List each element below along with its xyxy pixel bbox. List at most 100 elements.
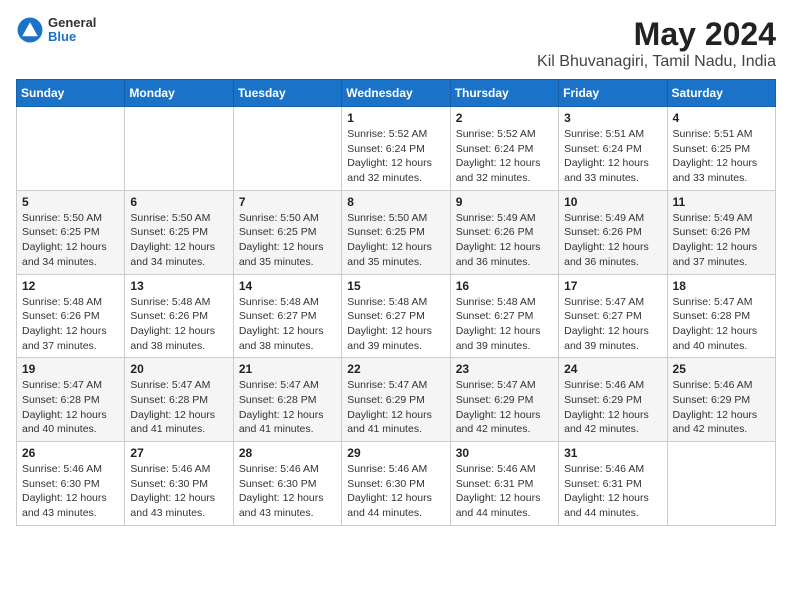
calendar-cell: 5Sunrise: 5:50 AM Sunset: 6:25 PM Daylig… — [17, 190, 125, 274]
calendar-cell: 14 Sunrise: 5:48 AM Sunset: 6:27 PM Dayli… — [233, 274, 341, 358]
header-saturday: Saturday — [667, 80, 775, 107]
day-number: 10 — [564, 195, 661, 209]
day-info: Sunrise: 5:51 AM Sunset: 6:24 PM Dayligh… — [564, 127, 661, 186]
calendar-cell: 25 Sunrise: 5:46 AM Sunset: 6:29 PM Dayli… — [667, 358, 775, 442]
calendar-cell — [667, 442, 775, 526]
day-info: Sunrise: 5:52 AM Sunset: 6:24 PM Dayligh… — [456, 127, 553, 186]
calendar-cell: 28 Sunrise: 5:46 AM Sunset: 6:30 PM Dayli… — [233, 442, 341, 526]
day-number: 7 — [239, 195, 336, 209]
calendar-subtitle: Kil Bhuvanagiri, Tamil Nadu, India — [537, 53, 776, 71]
day-info: Sunrise: 5:47 AM Sunset: 6:29 PM Dayligh… — [456, 378, 553, 437]
calendar-cell: 22Sunrise: 5:47 AM Sunset: 6:29 PM Dayli… — [342, 358, 450, 442]
day-info: Sunrise: 5:50 AM Sunset: 6:25 PM Dayligh… — [22, 211, 119, 270]
day-number: 28 — [239, 446, 336, 460]
day-info: Sunrise: 5:47 AM Sunset: 6:28 PM Dayligh… — [673, 295, 770, 354]
day-number: 11 — [673, 195, 770, 209]
calendar-cell: 19 Sunrise: 5:47 AM Sunset: 6:28 PM Dayli… — [17, 358, 125, 442]
day-info: Sunrise: 5:49 AM Sunset: 6:26 PM Dayligh… — [673, 211, 770, 270]
calendar-week-4: 19 Sunrise: 5:47 AM Sunset: 6:28 PM Dayli… — [17, 358, 776, 442]
day-number: 25 — [673, 362, 770, 376]
calendar-week-2: 5Sunrise: 5:50 AM Sunset: 6:25 PM Daylig… — [17, 190, 776, 274]
day-info: Sunrise: 5:46 AM Sunset: 6:29 PM Dayligh… — [564, 378, 661, 437]
calendar-cell: 15 Sunrise: 5:48 AM Sunset: 6:27 PM Dayli… — [342, 274, 450, 358]
header-sunday: Sunday — [17, 80, 125, 107]
calendar-cell: 20 Sunrise: 5:47 AM Sunset: 6:28 PM Dayli… — [125, 358, 233, 442]
day-number: 31 — [564, 446, 661, 460]
calendar-cell: 1 Sunrise: 5:52 AM Sunset: 6:24 PM Daylig… — [342, 107, 450, 191]
header-monday: Monday — [125, 80, 233, 107]
day-info: Sunrise: 5:46 AM Sunset: 6:30 PM Dayligh… — [130, 462, 227, 521]
day-number: 14 — [239, 279, 336, 293]
day-number: 15 — [347, 279, 444, 293]
logo-line2: Blue — [48, 30, 96, 44]
day-info: Sunrise: 5:48 AM Sunset: 6:26 PM Dayligh… — [130, 295, 227, 354]
calendar-cell: 30Sunrise: 5:46 AM Sunset: 6:31 PM Dayli… — [450, 442, 558, 526]
day-number: 29 — [347, 446, 444, 460]
header-thursday: Thursday — [450, 80, 558, 107]
day-info: Sunrise: 5:48 AM Sunset: 6:26 PM Dayligh… — [22, 295, 119, 354]
day-info: Sunrise: 5:49 AM Sunset: 6:26 PM Dayligh… — [564, 211, 661, 270]
day-number: 17 — [564, 279, 661, 293]
page-header: General Blue May 2024 Kil Bhuvanagiri, T… — [16, 16, 776, 71]
day-number: 3 — [564, 111, 661, 125]
title-block: May 2024 Kil Bhuvanagiri, Tamil Nadu, In… — [537, 16, 776, 71]
header-friday: Friday — [559, 80, 667, 107]
header-tuesday: Tuesday — [233, 80, 341, 107]
day-info: Sunrise: 5:46 AM Sunset: 6:29 PM Dayligh… — [673, 378, 770, 437]
day-info: Sunrise: 5:46 AM Sunset: 6:30 PM Dayligh… — [239, 462, 336, 521]
calendar-cell — [125, 107, 233, 191]
day-info: Sunrise: 5:47 AM Sunset: 6:28 PM Dayligh… — [239, 378, 336, 437]
day-number: 12 — [22, 279, 119, 293]
calendar-header-row: SundayMondayTuesdayWednesdayThursdayFrid… — [17, 80, 776, 107]
calendar-cell: 12 Sunrise: 5:48 AM Sunset: 6:26 PM Dayli… — [17, 274, 125, 358]
day-number: 9 — [456, 195, 553, 209]
day-info: Sunrise: 5:50 AM Sunset: 6:25 PM Dayligh… — [347, 211, 444, 270]
calendar-cell: 29 Sunrise: 5:46 AM Sunset: 6:30 PM Dayli… — [342, 442, 450, 526]
logo-text: General Blue — [48, 16, 96, 45]
day-number: 16 — [456, 279, 553, 293]
calendar-cell: 11 Sunrise: 5:49 AM Sunset: 6:26 PM Dayli… — [667, 190, 775, 274]
calendar-cell: 2Sunrise: 5:52 AM Sunset: 6:24 PM Daylig… — [450, 107, 558, 191]
day-info: Sunrise: 5:48 AM Sunset: 6:27 PM Dayligh… — [347, 295, 444, 354]
day-info: Sunrise: 5:51 AM Sunset: 6:25 PM Dayligh… — [673, 127, 770, 186]
day-info: Sunrise: 5:49 AM Sunset: 6:26 PM Dayligh… — [456, 211, 553, 270]
logo-line1: General — [48, 16, 96, 30]
calendar-cell: 23Sunrise: 5:47 AM Sunset: 6:29 PM Dayli… — [450, 358, 558, 442]
day-info: Sunrise: 5:50 AM Sunset: 6:25 PM Dayligh… — [239, 211, 336, 270]
day-number: 19 — [22, 362, 119, 376]
day-info: Sunrise: 5:47 AM Sunset: 6:28 PM Dayligh… — [22, 378, 119, 437]
calendar-title: May 2024 — [537, 16, 776, 53]
calendar-cell: 31Sunrise: 5:46 AM Sunset: 6:31 PM Dayli… — [559, 442, 667, 526]
calendar-week-3: 12 Sunrise: 5:48 AM Sunset: 6:26 PM Dayli… — [17, 274, 776, 358]
day-info: Sunrise: 5:52 AM Sunset: 6:24 PM Dayligh… — [347, 127, 444, 186]
day-number: 30 — [456, 446, 553, 460]
day-number: 1 — [347, 111, 444, 125]
calendar-cell: 17Sunrise: 5:47 AM Sunset: 6:27 PM Dayli… — [559, 274, 667, 358]
calendar-cell: 13 Sunrise: 5:48 AM Sunset: 6:26 PM Dayli… — [125, 274, 233, 358]
day-info: Sunrise: 5:46 AM Sunset: 6:30 PM Dayligh… — [347, 462, 444, 521]
calendar-cell: 6 Sunrise: 5:50 AM Sunset: 6:25 PM Daylig… — [125, 190, 233, 274]
day-number: 13 — [130, 279, 227, 293]
day-number: 24 — [564, 362, 661, 376]
logo-icon — [16, 16, 44, 44]
calendar-cell: 18 Sunrise: 5:47 AM Sunset: 6:28 PM Dayli… — [667, 274, 775, 358]
calendar-cell: 3 Sunrise: 5:51 AM Sunset: 6:24 PM Daylig… — [559, 107, 667, 191]
day-info: Sunrise: 5:47 AM Sunset: 6:28 PM Dayligh… — [130, 378, 227, 437]
logo: General Blue — [16, 16, 96, 45]
day-number: 8 — [347, 195, 444, 209]
day-info: Sunrise: 5:47 AM Sunset: 6:29 PM Dayligh… — [347, 378, 444, 437]
calendar-week-5: 26 Sunrise: 5:46 AM Sunset: 6:30 PM Dayli… — [17, 442, 776, 526]
day-info: Sunrise: 5:50 AM Sunset: 6:25 PM Dayligh… — [130, 211, 227, 270]
day-number: 4 — [673, 111, 770, 125]
calendar-cell: 8 Sunrise: 5:50 AM Sunset: 6:25 PM Daylig… — [342, 190, 450, 274]
calendar-cell: 10 Sunrise: 5:49 AM Sunset: 6:26 PM Dayli… — [559, 190, 667, 274]
calendar-week-1: 1 Sunrise: 5:52 AM Sunset: 6:24 PM Daylig… — [17, 107, 776, 191]
day-number: 20 — [130, 362, 227, 376]
day-info: Sunrise: 5:48 AM Sunset: 6:27 PM Dayligh… — [239, 295, 336, 354]
day-number: 6 — [130, 195, 227, 209]
header-wednesday: Wednesday — [342, 80, 450, 107]
day-number: 26 — [22, 446, 119, 460]
day-number: 18 — [673, 279, 770, 293]
calendar-cell: 27Sunrise: 5:46 AM Sunset: 6:30 PM Dayli… — [125, 442, 233, 526]
calendar-cell — [233, 107, 341, 191]
